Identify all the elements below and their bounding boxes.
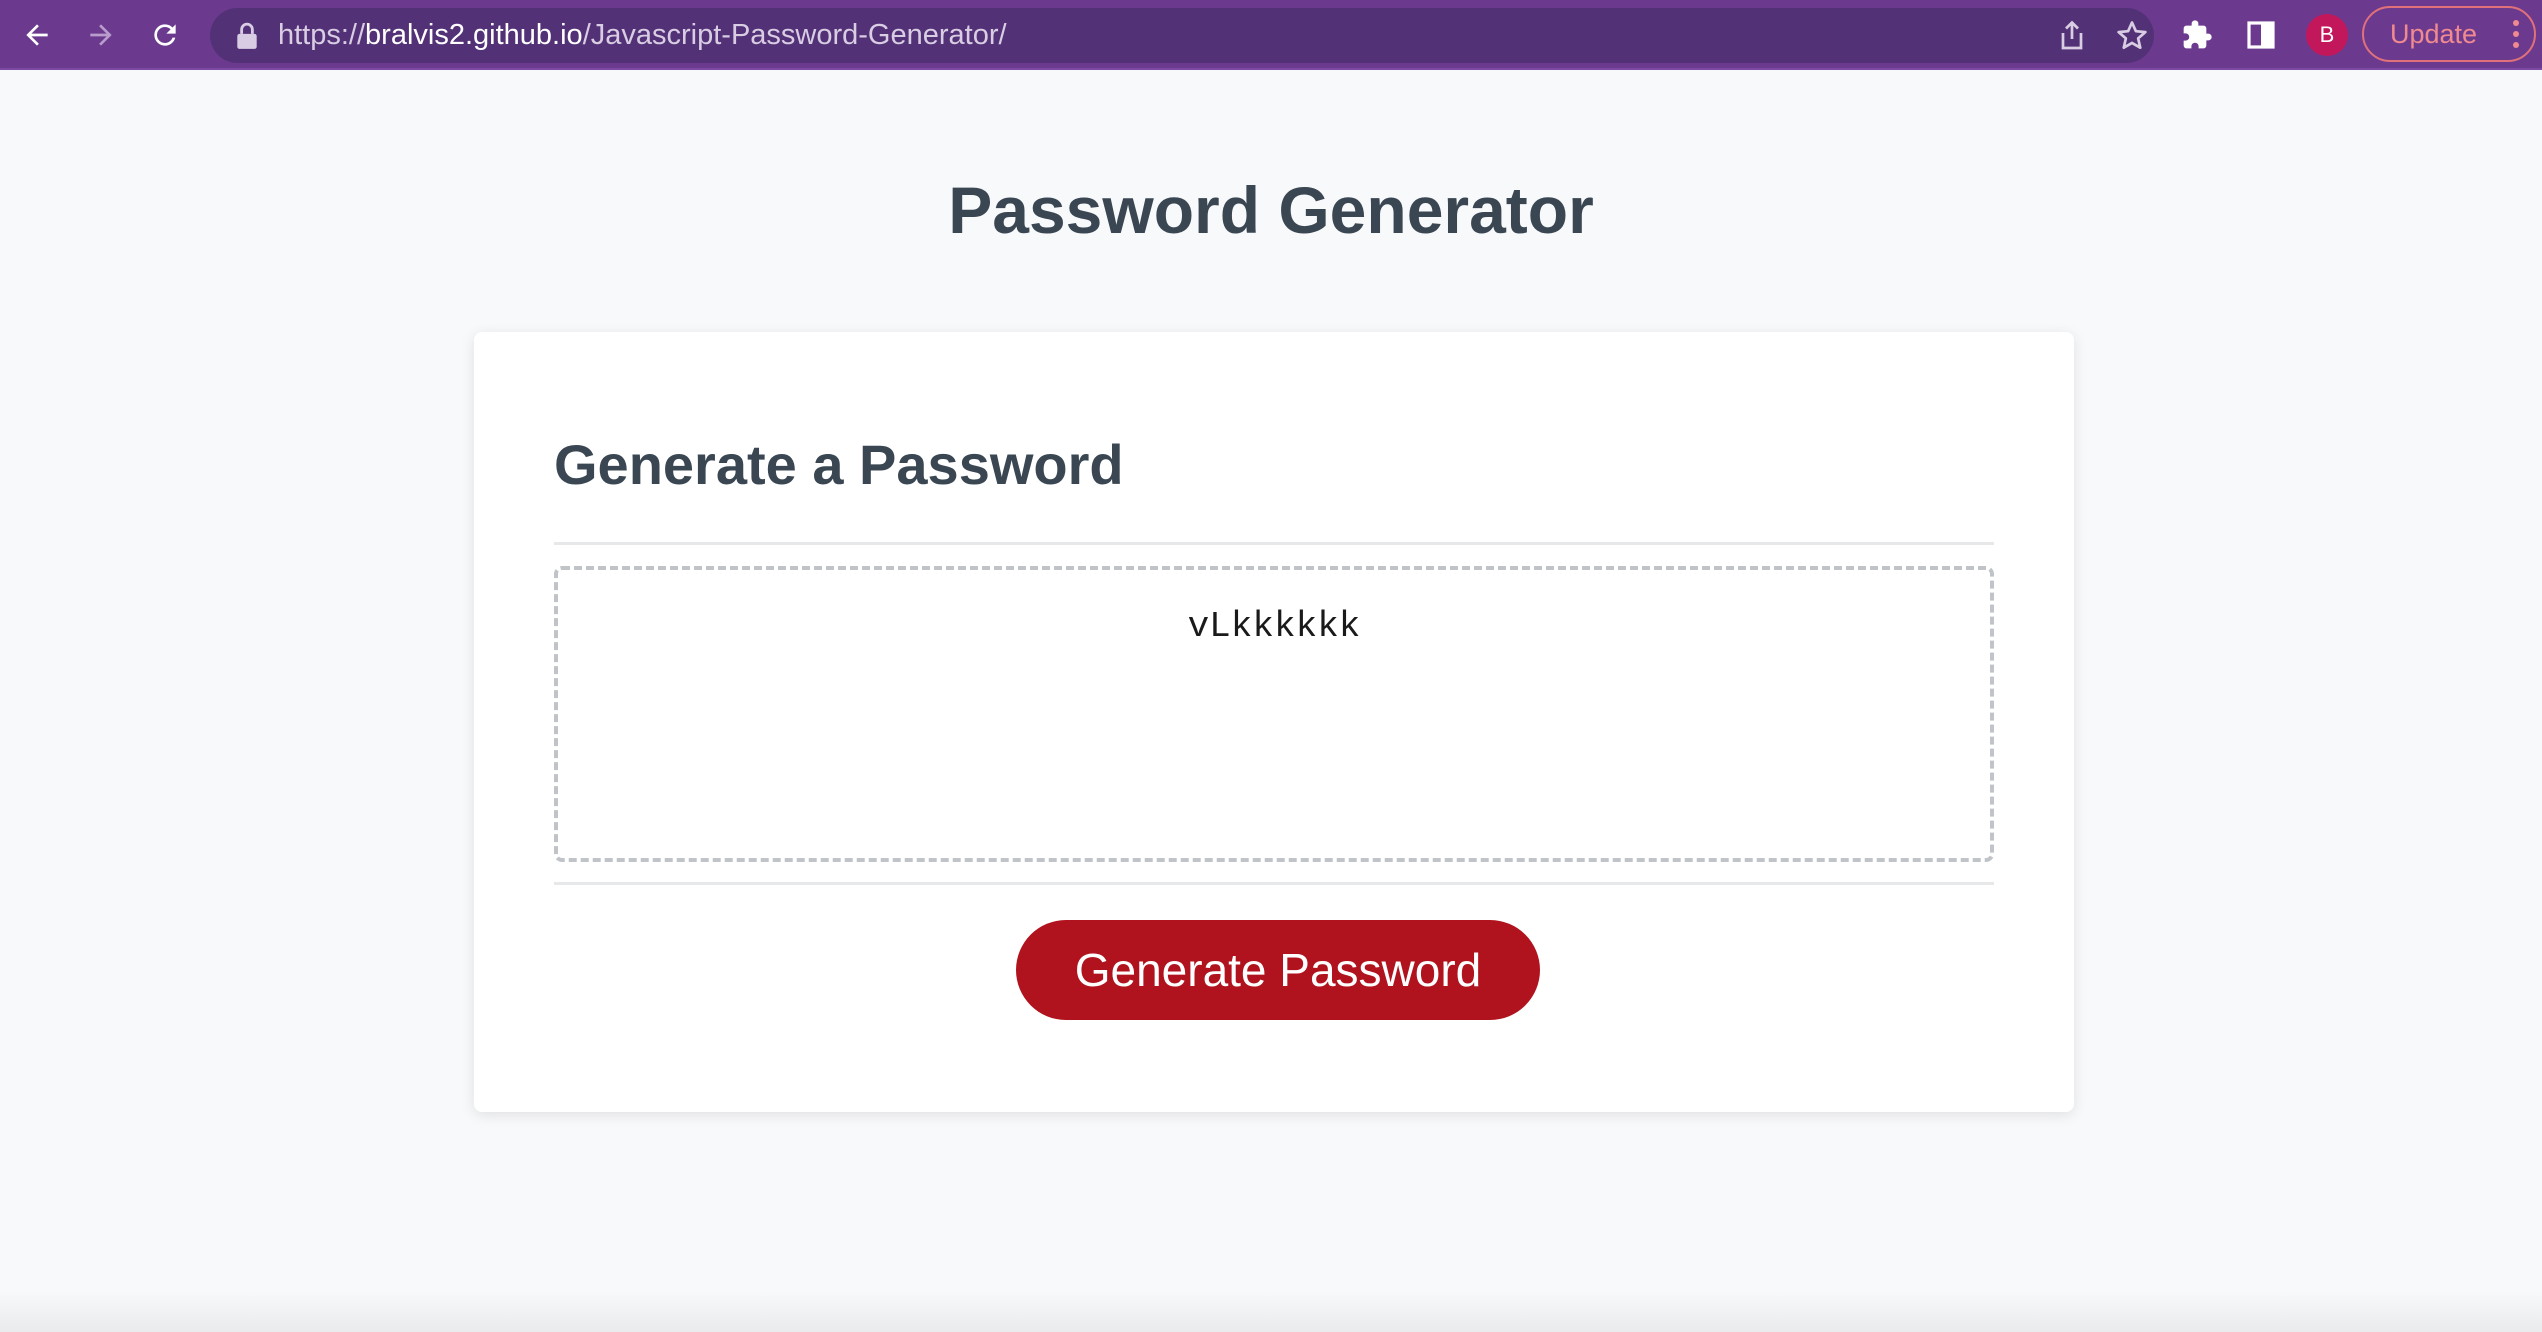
side-panel-icon: [2247, 21, 2275, 49]
card-footer-divider: [554, 882, 1994, 885]
password-card: Generate a Password vLkkkkkk Generate Pa…: [474, 332, 2074, 1112]
side-panel-button[interactable]: [2236, 10, 2286, 60]
address-bar[interactable]: https://bralvis2.github.io/Javascript-Pa…: [210, 8, 2154, 63]
page-title: Password Generator: [948, 173, 1594, 247]
reload-button[interactable]: [140, 10, 190, 60]
url-path: /Javascript-Password-Generator/: [582, 19, 1007, 51]
reload-icon: [154, 24, 176, 46]
update-button[interactable]: Update: [2362, 6, 2536, 62]
url-text[interactable]: https://bralvis2.github.io/Javascript-Pa…: [278, 8, 1007, 63]
generate-password-button[interactable]: Generate Password: [1016, 920, 1540, 1020]
url-scheme: https://: [278, 19, 366, 51]
password-output[interactable]: vLkkkkkk: [554, 566, 1994, 862]
browser-toolbar: https://bralvis2.github.io/Javascript-Pa…: [0, 0, 2542, 70]
card-header: Generate a Password: [554, 433, 1124, 496]
lock-icon[interactable]: [234, 22, 260, 50]
bookmark-button[interactable]: [2114, 18, 2150, 54]
forward-icon: [90, 24, 112, 46]
kebab-menu-icon[interactable]: [2512, 20, 2520, 48]
forward-button[interactable]: [76, 10, 126, 60]
share-button[interactable]: [2054, 18, 2090, 54]
star-icon: [2117, 21, 2147, 50]
profile-avatar[interactable]: B: [2306, 14, 2348, 56]
back-button[interactable]: [12, 10, 62, 60]
update-label: Update: [2390, 19, 2478, 49]
extensions-icon: [2183, 20, 2212, 49]
share-icon: [2061, 20, 2083, 50]
card-header-divider: [554, 542, 1994, 545]
back-icon: [26, 24, 48, 46]
page-bottom-shade: [0, 1290, 2542, 1332]
extensions-button[interactable]: [2172, 10, 2222, 60]
url-host: bralvis2.github.io: [365, 19, 583, 51]
